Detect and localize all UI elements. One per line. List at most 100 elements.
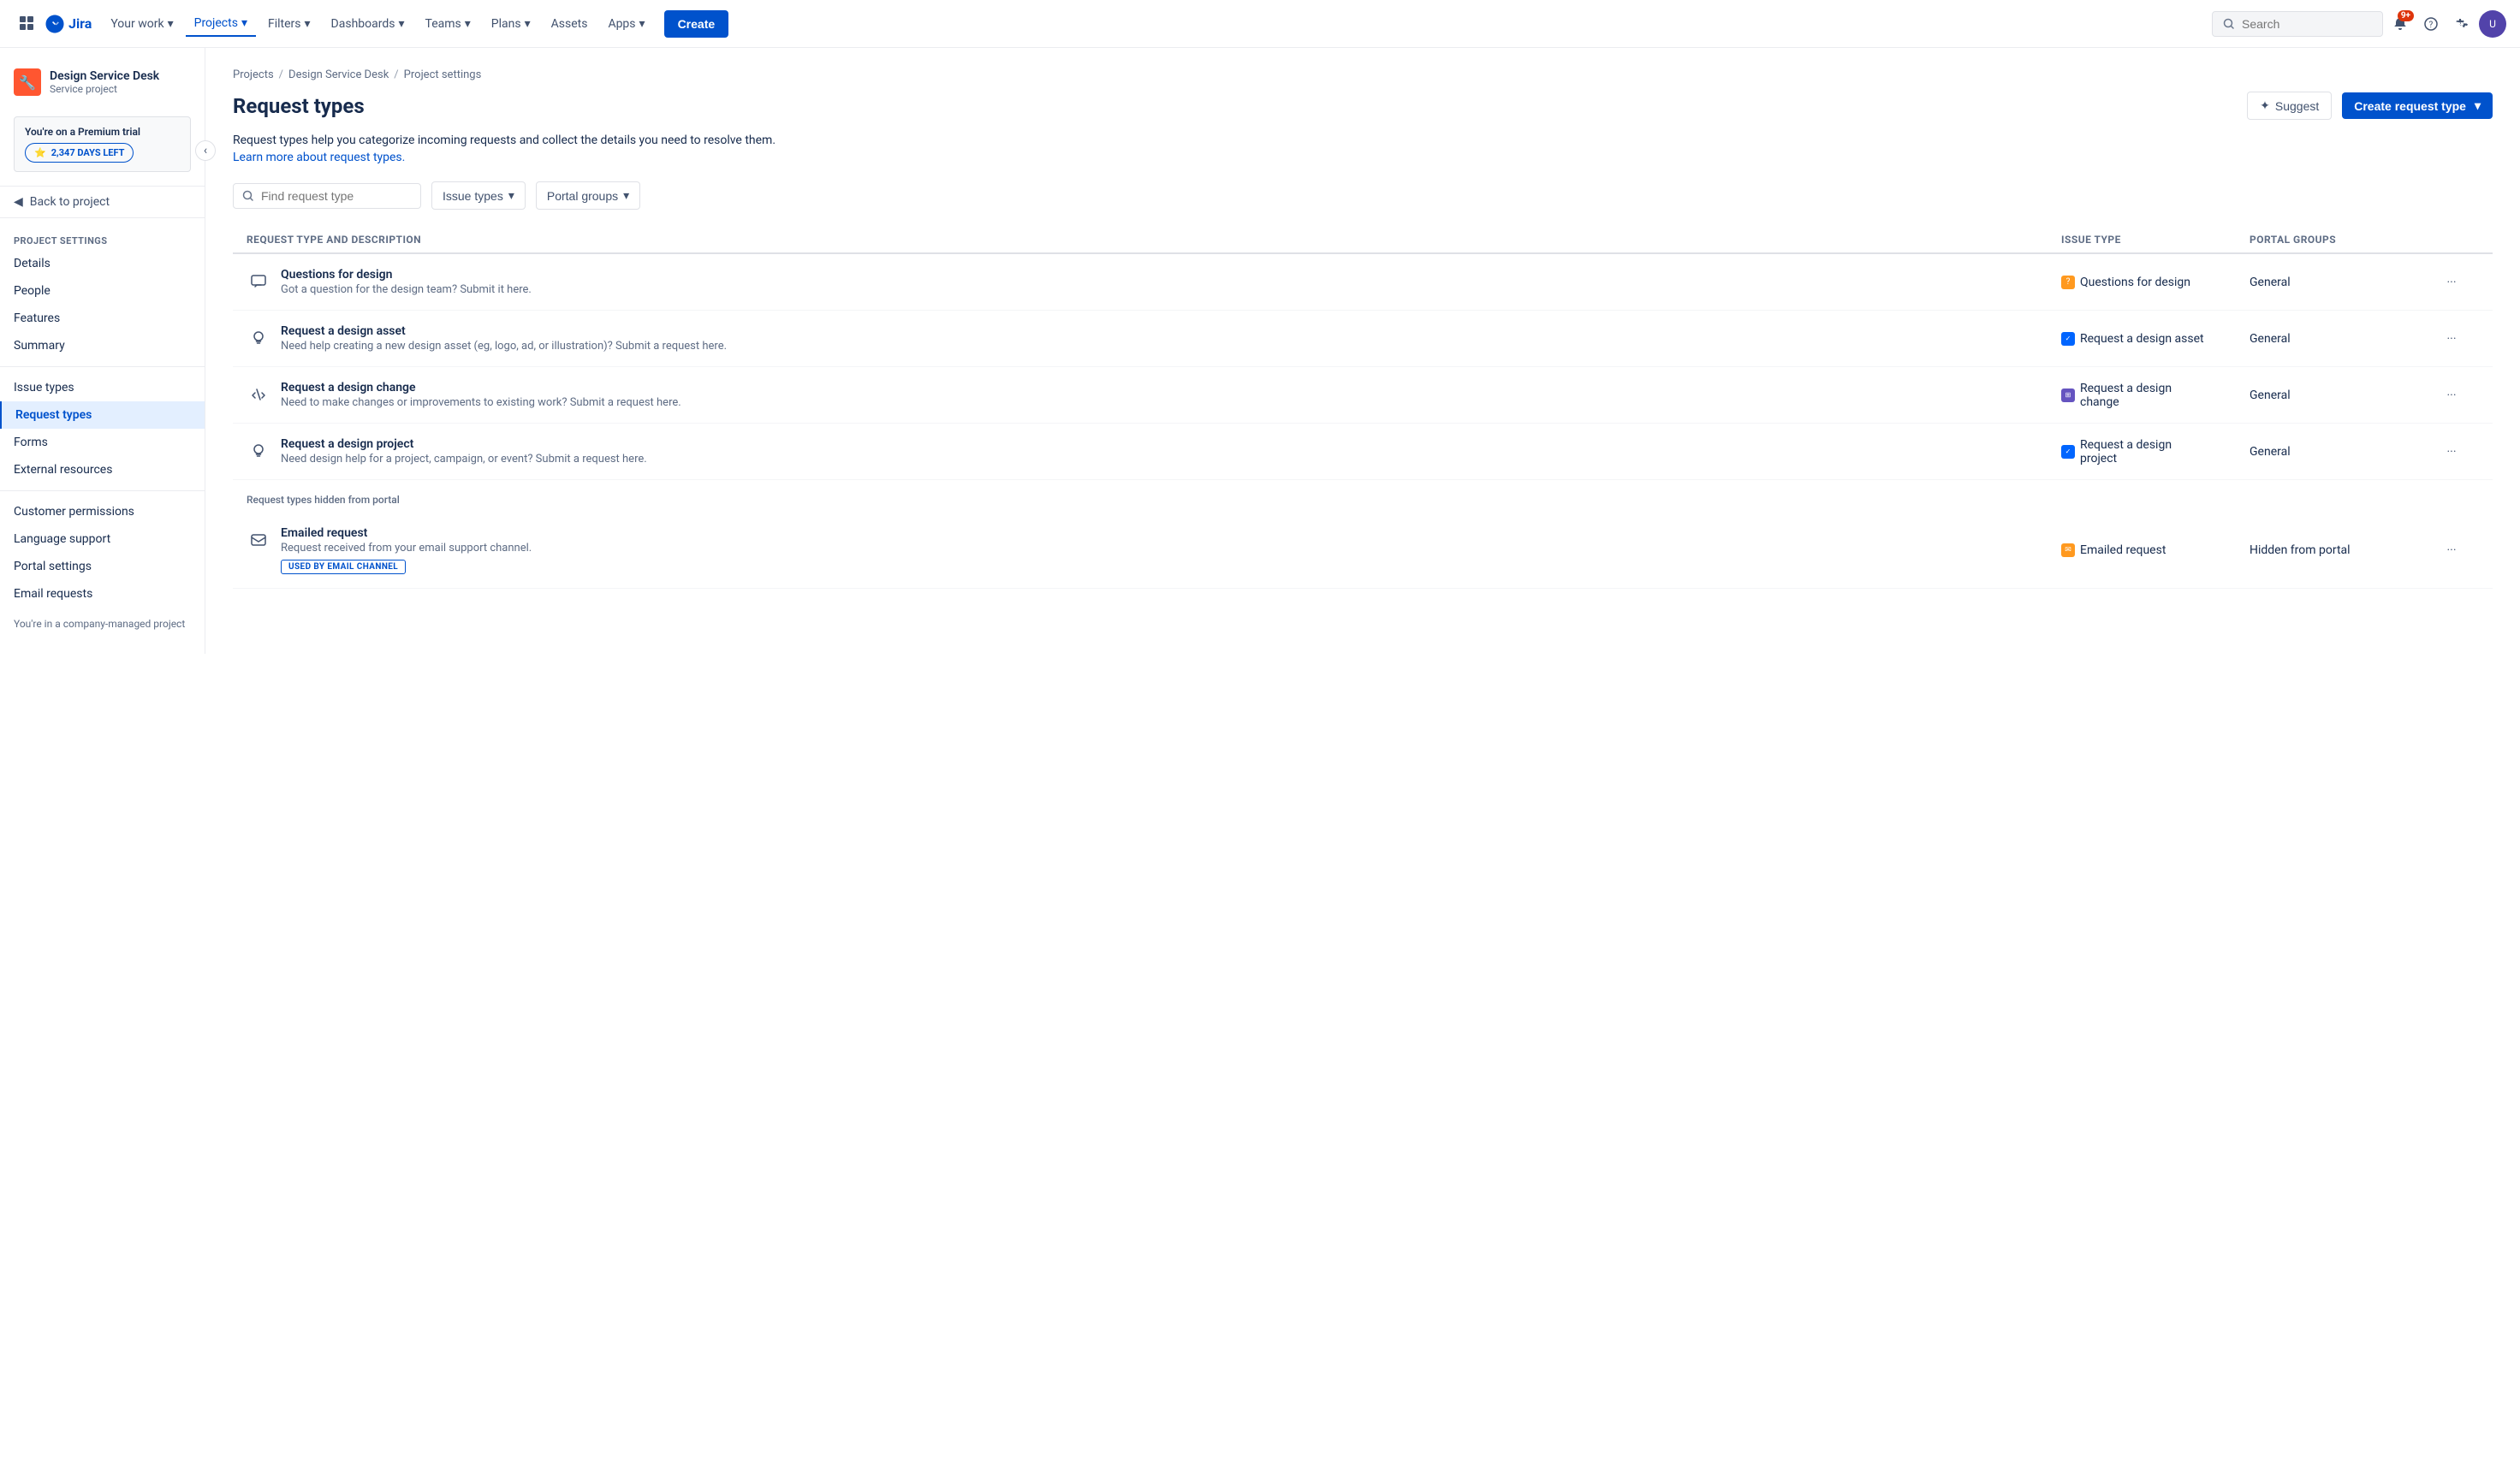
sidebar-item-features[interactable]: Features (0, 305, 205, 332)
premium-text: You're on a Premium trial (25, 126, 180, 138)
nav-teams[interactable]: Teams ▾ (417, 12, 479, 36)
table-row[interactable]: Request a design asset Need help creatin… (233, 311, 2493, 367)
table-row[interactable]: Emailed request Request received from yo… (233, 513, 2493, 589)
request-desc: Request received from your email support… (281, 542, 532, 555)
page-actions: ✦ Suggest Create request type ▾ (2247, 92, 2493, 120)
project-icon: 🔧 (14, 68, 41, 96)
sidebar-section-title: Project settings (0, 225, 205, 250)
sidebar-item-issue-types[interactable]: Issue types (0, 374, 205, 401)
issue-type-cell: ✉ Emailed request (2061, 543, 2250, 557)
request-type-cell: Request a design project Need design hel… (247, 437, 2061, 466)
sidebar-item-request-types[interactable]: Request types (0, 401, 205, 429)
request-name: Request a design project (281, 437, 647, 451)
suggest-icon: ✦ (2260, 98, 2270, 113)
sidebar-project-header: 🔧 Design Service Desk Service project (0, 62, 205, 110)
nav-plans[interactable]: Plans ▾ (483, 12, 539, 36)
issue-type-cell: ? Questions for design (2061, 276, 2250, 289)
portal-groups-filter-button[interactable]: Portal groups ▾ (536, 181, 640, 210)
sidebar: 🔧 Design Service Desk Service project Yo… (0, 48, 205, 1465)
request-name: Request a design change (281, 381, 681, 394)
table-row[interactable]: Request a design change Need to make cha… (233, 367, 2493, 424)
nav-assets[interactable]: Assets (543, 12, 597, 36)
settings-button[interactable] (2448, 10, 2475, 38)
issue-type-icon: ✓ (2061, 332, 2075, 346)
table-row[interactable]: Questions for design Got a question for … (233, 254, 2493, 311)
user-avatar[interactable]: U (2479, 10, 2506, 38)
row-more-button[interactable]: ··· (2438, 269, 2465, 296)
search-input[interactable] (2242, 17, 2362, 31)
issue-type-icon: ? (2061, 276, 2075, 289)
back-to-project-button[interactable]: ◀ Back to project (0, 186, 205, 218)
premium-banner: You're on a Premium trial ⭐ 2,347 DAYS L… (14, 116, 191, 172)
row-more-button[interactable]: ··· (2438, 382, 2465, 409)
sidebar-footer: You're in a company-managed project (0, 608, 205, 640)
nav-apps[interactable]: Apps ▾ (599, 12, 653, 36)
table-header: Request type and description Issue type … (233, 227, 2493, 254)
sidebar-divider-1 (0, 366, 205, 367)
request-type-icon-lightbulb (247, 326, 270, 350)
breadcrumb-design-service-desk[interactable]: Design Service Desk (288, 68, 389, 81)
table-row[interactable]: Request a design project Need design hel… (233, 424, 2493, 480)
portal-group-cell: General (2250, 388, 2438, 402)
portal-groups-dropdown-icon: ▾ (623, 188, 629, 203)
issue-type-cell: ⊞ Request a design change (2061, 382, 2250, 409)
portal-group-cell: General (2250, 276, 2438, 289)
page-header: Request types ✦ Suggest Create request t… (233, 92, 2493, 120)
issue-types-dropdown-icon: ▾ (508, 188, 514, 203)
request-desc: Got a question for the design team? Subm… (281, 283, 532, 296)
request-type-cell: Emailed request Request received from yo… (247, 526, 2061, 574)
sidebar-item-email-requests[interactable]: Email requests (0, 580, 205, 608)
issue-types-filter-button[interactable]: Issue types ▾ (431, 181, 526, 210)
nav-filters[interactable]: Filters ▾ (259, 12, 319, 36)
days-left-button[interactable]: ⭐ 2,347 DAYS LEFT (25, 143, 134, 163)
row-more-button[interactable]: ··· (2438, 537, 2465, 564)
issue-type-icon: ⊞ (2061, 388, 2075, 402)
apps-grid-icon[interactable] (14, 10, 41, 38)
issue-type-cell: ✓ Request a design project (2061, 438, 2250, 466)
sidebar-item-details[interactable]: Details (0, 250, 205, 277)
suggest-button[interactable]: ✦ Suggest (2247, 92, 2332, 120)
portal-group-cell: General (2250, 445, 2438, 459)
row-more-button[interactable]: ··· (2438, 438, 2465, 466)
create-request-type-button[interactable]: Create request type ▾ (2342, 92, 2493, 119)
sidebar-item-language-support[interactable]: Language support (0, 525, 205, 553)
hidden-section-label: Request types hidden from portal (233, 480, 2493, 513)
main-content: Projects / Design Service Desk / Project… (205, 48, 2520, 1465)
search-bar[interactable] (2212, 11, 2383, 37)
sidebar-item-summary[interactable]: Summary (0, 332, 205, 359)
page-description: Request types help you categorize incomi… (233, 133, 2493, 147)
learn-more-link[interactable]: Learn more about request types. (233, 151, 405, 164)
sidebar-item-people[interactable]: People (0, 277, 205, 305)
request-type-icon-envelope (247, 528, 270, 552)
sidebar-item-customer-permissions[interactable]: Customer permissions (0, 498, 205, 525)
col-issue-type: Issue type (2061, 234, 2250, 246)
breadcrumb-project-settings[interactable]: Project settings (404, 68, 482, 81)
create-button[interactable]: Create (664, 10, 729, 38)
issue-type-icon: ✉ (2061, 543, 2075, 557)
notifications-button[interactable]: 9+ (2386, 10, 2414, 38)
nav-projects[interactable]: Projects ▾ (186, 11, 256, 37)
request-type-icon-arrows (247, 383, 270, 406)
issue-type-icon: ✓ (2061, 445, 2075, 459)
find-request-type-input[interactable] (261, 189, 398, 203)
jira-logo[interactable]: Jira (45, 14, 92, 34)
nav-your-work[interactable]: Your work ▾ (102, 12, 181, 36)
request-type-cell: Questions for design Got a question for … (247, 268, 2061, 296)
find-request-type-search[interactable] (233, 183, 421, 209)
help-button[interactable]: ? (2417, 10, 2445, 38)
sidebar-divider-2 (0, 490, 205, 491)
sidebar-item-portal-settings[interactable]: Portal settings (0, 553, 205, 580)
request-type-icon-chat (247, 270, 270, 294)
col-request-type: Request type and description (247, 234, 2061, 246)
sidebar-toggle-button[interactable]: ‹ (195, 140, 216, 161)
sidebar-item-forms[interactable]: Forms (0, 429, 205, 456)
nav-dashboards[interactable]: Dashboards ▾ (323, 12, 413, 36)
notification-badge: 9+ (2398, 10, 2414, 21)
request-type-cell: Request a design asset Need help creatin… (247, 324, 2061, 353)
row-more-button[interactable]: ··· (2438, 325, 2465, 353)
search-icon (2223, 18, 2235, 30)
breadcrumb-projects[interactable]: Projects (233, 68, 274, 81)
back-arrow-icon: ◀ (14, 195, 23, 209)
sidebar-item-external-resources[interactable]: External resources (0, 456, 205, 483)
issue-type-cell: ✓ Request a design asset (2061, 332, 2250, 346)
